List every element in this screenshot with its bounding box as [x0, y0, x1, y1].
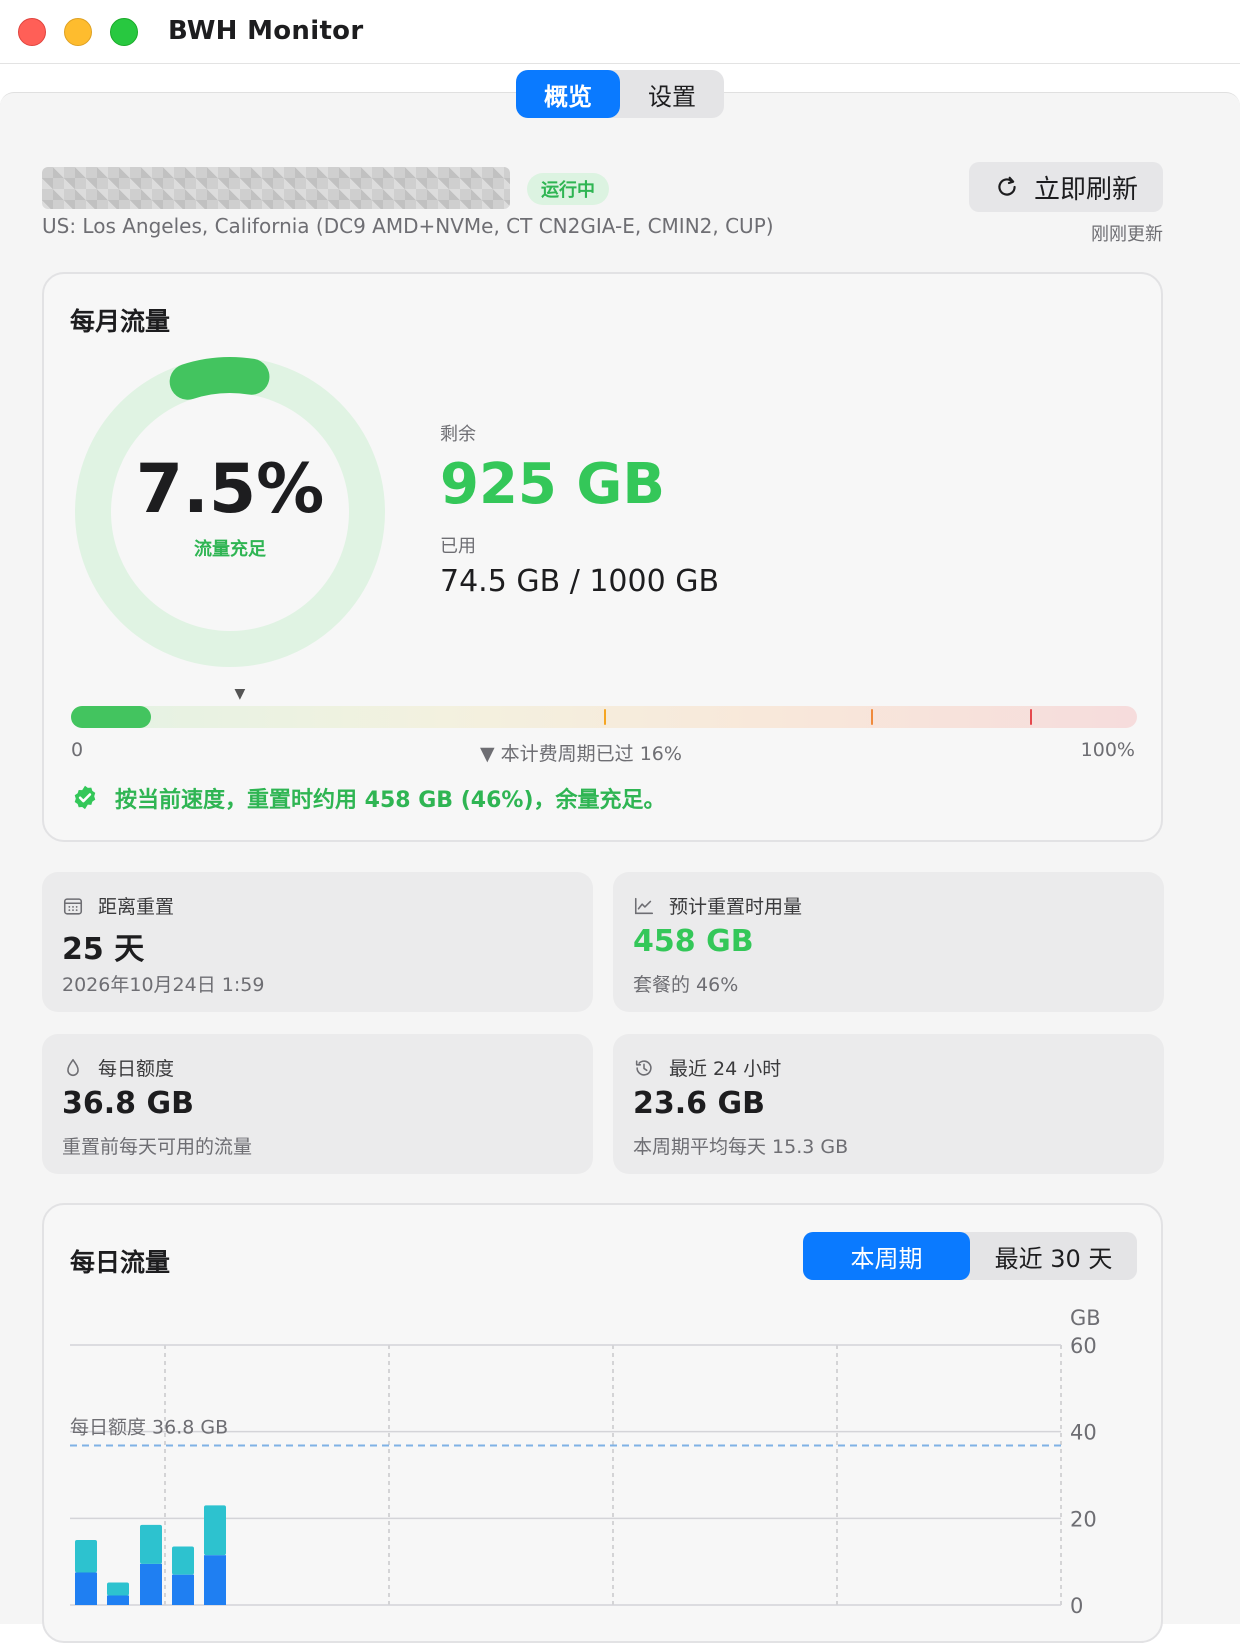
verified-badge-icon: [74, 785, 96, 810]
main-tabs: 概览 设置: [516, 70, 724, 118]
tile-daily-quota: 每日额度 36.8 GB 重置前每天可用的流量: [42, 1034, 593, 1174]
tab-overview[interactable]: 概览: [516, 70, 620, 118]
remaining-label: 剩余: [440, 424, 476, 445]
bar-download: [75, 1572, 97, 1605]
usage-ring-center: 7.5% 流量充足: [70, 352, 390, 672]
tile-projected-usage-head: 预计重置时用量: [633, 892, 802, 919]
tile-label: 每日额度: [98, 1058, 175, 1080]
bar-download: [107, 1595, 129, 1605]
tile-label: 最近 24 小时: [669, 1058, 782, 1080]
tile-last-24h-head: 最近 24 小时: [633, 1054, 781, 1081]
tile-label: 预计重置时用量: [669, 896, 803, 918]
threshold-tick: [870, 709, 873, 725]
forecast-text: 按当前速度，重置时约用 458 GB (46%)，余量充足。: [115, 788, 666, 813]
tile-subtext: 套餐的 46%: [633, 974, 739, 996]
y-axis-unit-label: GB: [1070, 1306, 1101, 1330]
daily-quota-label: 每日额度 36.8 GB: [70, 1417, 228, 1439]
tile-value: 23.6 GB: [633, 1086, 765, 1121]
tile-label: 距离重置: [98, 896, 175, 918]
calendar-icon: [63, 897, 83, 915]
usage-percent: 7.5%: [135, 449, 325, 529]
tile-days-to-reset: 距离重置 25 天 2026年10月24日 1:59: [42, 872, 593, 1012]
bar-max-label: 100%: [1080, 739, 1135, 761]
bar-download: [140, 1563, 162, 1605]
bar-download: [172, 1574, 194, 1605]
zoom-window-button[interactable]: [110, 18, 138, 46]
tile-value: 458 GB: [633, 924, 754, 959]
refresh-button-label: 立即刷新: [1033, 174, 1138, 205]
tile-days-to-reset-head: 距离重置: [62, 892, 174, 919]
refresh-now-button[interactable]: 立即刷新: [969, 162, 1163, 212]
remaining-value: 925 GB: [440, 452, 666, 517]
period-marker-icon: ▼: [234, 686, 246, 702]
monthly-traffic-title: 每月流量: [70, 307, 171, 336]
tile-value: 25 天: [62, 932, 145, 967]
updated-timestamp: 刚刚更新: [1091, 224, 1163, 245]
y-tick-label: 20: [1070, 1507, 1097, 1531]
usage-bar: [71, 706, 1137, 728]
usage-status: 流量充足: [194, 538, 266, 560]
bar-download: [204, 1555, 226, 1605]
refresh-icon: [998, 176, 1016, 196]
title-bar: BWH Monitor: [0, 0, 1240, 64]
bar-upload: [75, 1540, 97, 1573]
usage-bar-fill: [71, 706, 151, 728]
window-title: BWH Monitor: [168, 16, 364, 46]
tile-subtext: 2026年10月24日 1:59: [62, 974, 265, 996]
y-tick-label: 60: [1070, 1334, 1097, 1358]
bar-min-label: 0: [71, 739, 84, 761]
close-window-button[interactable]: [18, 18, 46, 46]
used-label: 已用: [440, 536, 476, 557]
server-location: US: Los Angeles, California (DC9 AMD+NVM…: [42, 214, 774, 238]
tile-daily-quota-head: 每日额度: [62, 1054, 174, 1081]
y-tick-label: 40: [1070, 1421, 1097, 1445]
threshold-tick: [604, 709, 606, 725]
tile-last-24h: 最近 24 小时 23.6 GB 本周期平均每天 15.3 GB: [613, 1034, 1164, 1174]
tile-subtext: 本周期平均每天 15.3 GB: [633, 1136, 849, 1158]
tab-settings[interactable]: 设置: [620, 70, 724, 118]
period-elapsed-label: ▼ 本计费周期已过 16%: [480, 743, 682, 765]
bar-upload: [107, 1582, 129, 1596]
monthly-traffic-card: 每月流量 7.5% 流量充足 剩余 925 GB 已用 74.5 GB / 10…: [42, 272, 1163, 842]
bar-upload: [140, 1524, 162, 1564]
trend-chart-icon: [634, 897, 654, 914]
bar-upload: [204, 1505, 226, 1556]
daily-traffic-card: 每日流量 本周期 最近 30 天 60 40 20 0 GB 每日额度 36.8 GB: [42, 1203, 1163, 1643]
tile-subtext: 重置前每天可用的流量: [62, 1136, 253, 1158]
y-tick-label: 0: [1070, 1594, 1083, 1618]
tile-projected-usage: 预计重置时用量 458 GB 套餐的 46%: [613, 872, 1164, 1012]
used-value: 74.5 GB / 1000 GB: [440, 564, 720, 599]
hostname-redacted: [42, 167, 510, 209]
forecast-message: 按当前速度，重置时约用 458 GB (46%)，余量充足。: [71, 782, 666, 814]
daily-traffic-chart: 60 40 20 0 GB 每日额度 36.8 GB: [70, 1306, 1101, 1618]
status-badge: 运行中: [527, 173, 609, 205]
threshold-tick: [1030, 709, 1033, 725]
minimize-window-button[interactable]: [64, 18, 92, 46]
history-icon: [635, 1059, 652, 1076]
tile-value: 36.8 GB: [62, 1086, 194, 1121]
bar-upload: [172, 1546, 194, 1575]
drop-icon: [67, 1058, 79, 1076]
